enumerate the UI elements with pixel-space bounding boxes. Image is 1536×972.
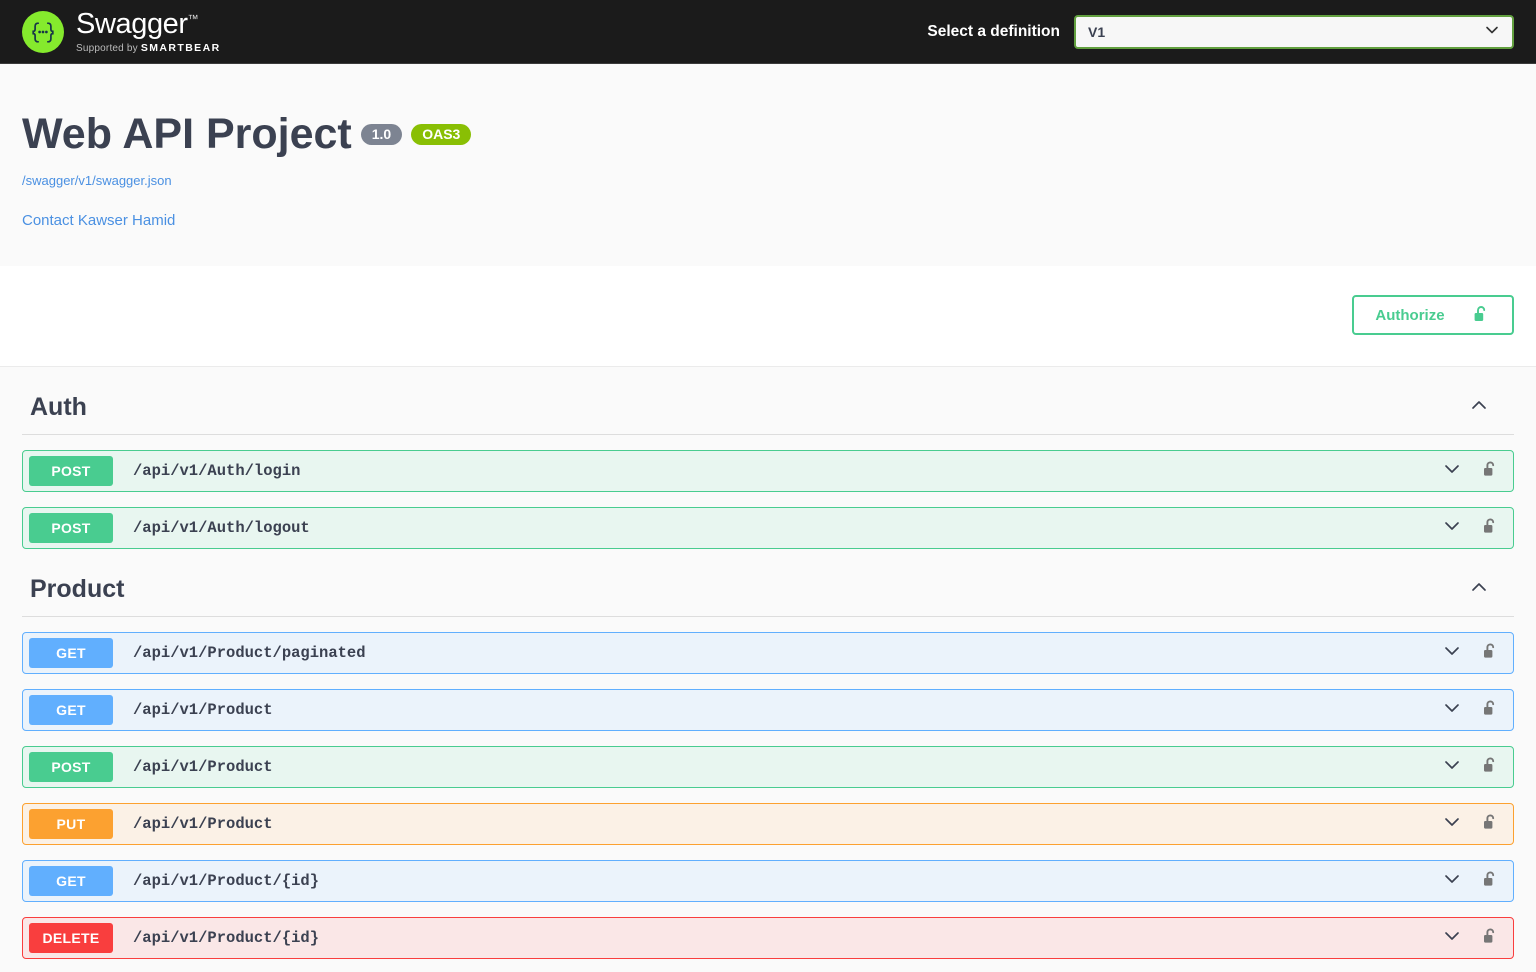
operation-row[interactable]: PUT /api/v1/Product xyxy=(22,803,1514,846)
brand-trademark: ™ xyxy=(187,12,199,25)
spec-url-link[interactable]: /swagger/v1/swagger.json xyxy=(22,173,1514,188)
unlock-icon[interactable] xyxy=(1480,698,1500,723)
operation-method-badge: POST xyxy=(29,513,113,544)
swagger-logo[interactable]: Swagger™ Supported by SMARTBEAR xyxy=(22,7,221,54)
swagger-mark-icon xyxy=(22,10,64,53)
unlock-icon[interactable] xyxy=(1480,459,1500,484)
chevron-up-icon[interactable] xyxy=(1468,576,1490,603)
tag-block-product: Product GET /api/v1/Product/paginated GE… xyxy=(22,557,1514,960)
operation-path: /api/v1/Product xyxy=(133,701,273,720)
operation-path: /api/v1/Auth/logout xyxy=(133,519,310,538)
operation-path: /api/v1/Product xyxy=(133,758,273,777)
chevron-down-icon[interactable] xyxy=(1441,458,1463,485)
definition-select-value: V1 xyxy=(1088,23,1106,40)
chevron-down-icon[interactable] xyxy=(1441,868,1463,895)
contact-link[interactable]: Contact Kawser Hamid xyxy=(22,212,175,229)
authorize-button-label: Authorize xyxy=(1375,306,1445,324)
definition-label: Select a definition xyxy=(927,22,1060,40)
operation-row[interactable]: POST /api/v1/Product xyxy=(22,746,1514,789)
operation-path: /api/v1/Product/{id} xyxy=(133,872,320,891)
unlock-icon[interactable] xyxy=(1480,516,1500,541)
chevron-down-icon[interactable] xyxy=(1441,811,1463,838)
unlock-icon xyxy=(1471,304,1491,327)
chevron-down-icon[interactable] xyxy=(1441,515,1463,542)
chevron-down-icon xyxy=(1484,21,1500,42)
operation-path: /api/v1/Auth/login xyxy=(133,462,301,481)
operation-path: /api/v1/Product xyxy=(133,815,273,834)
tag-header-auth[interactable]: Auth xyxy=(22,375,1514,436)
authorize-button[interactable]: Authorize xyxy=(1352,295,1514,336)
operation-method-badge: DELETE xyxy=(29,923,113,954)
api-title-text: Web API Project xyxy=(22,110,352,158)
operation-method-badge: POST xyxy=(29,456,113,487)
definition-select[interactable]: V1 xyxy=(1074,14,1514,49)
oas-badge: OAS3 xyxy=(411,124,472,146)
unlock-icon[interactable] xyxy=(1480,755,1500,780)
topbar: Swagger™ Supported by SMARTBEAR Select a… xyxy=(0,0,1536,64)
brand-supported-company: SMARTBEAR xyxy=(140,41,221,54)
chevron-down-icon[interactable] xyxy=(1441,754,1463,781)
operation-row[interactable]: POST /api/v1/Auth/login xyxy=(22,450,1514,493)
tag-name: Auth xyxy=(30,393,87,422)
brand-supported-prefix: Supported by xyxy=(76,42,141,54)
operation-method-badge: GET xyxy=(29,695,113,726)
operation-method-badge: PUT xyxy=(29,809,113,840)
page-title: Web API Project 1.0 OAS3 xyxy=(22,110,1514,158)
chevron-down-icon[interactable] xyxy=(1441,925,1463,952)
unlock-icon[interactable] xyxy=(1480,926,1500,951)
chevron-down-icon[interactable] xyxy=(1441,640,1463,667)
unlock-icon[interactable] xyxy=(1480,812,1500,837)
version-badge: 1.0 xyxy=(360,124,403,146)
brand-name: Swagger xyxy=(76,7,188,40)
operation-method-badge: GET xyxy=(29,866,113,897)
operation-row[interactable]: GET /api/v1/Product/paginated xyxy=(22,632,1514,675)
operation-row[interactable]: GET /api/v1/Product xyxy=(22,689,1514,732)
operation-path: /api/v1/Product/{id} xyxy=(133,929,320,948)
definition-selector-group: Select a definition V1 xyxy=(927,14,1514,49)
unlock-icon[interactable] xyxy=(1480,869,1500,894)
tag-header-product[interactable]: Product xyxy=(22,557,1514,618)
operation-row[interactable]: GET /api/v1/Product/{id} xyxy=(22,860,1514,903)
tag-block-auth: Auth POST /api/v1/Auth/login POST /api/v… xyxy=(22,375,1514,550)
unlock-icon[interactable] xyxy=(1480,641,1500,666)
operation-method-badge: GET xyxy=(29,638,113,669)
operations-list: Auth POST /api/v1/Auth/login POST /api/v… xyxy=(0,375,1536,960)
chevron-up-icon[interactable] xyxy=(1468,394,1490,421)
operation-row[interactable]: POST /api/v1/Auth/logout xyxy=(22,507,1514,550)
operation-path: /api/v1/Product/paginated xyxy=(133,644,366,663)
operation-method-badge: POST xyxy=(29,752,113,783)
api-info-block: Web API Project 1.0 OAS3 /swagger/v1/swa… xyxy=(0,64,1536,267)
tag-name: Product xyxy=(30,575,125,604)
authorize-wrapper: Authorize xyxy=(0,266,1536,368)
operation-row[interactable]: DELETE /api/v1/Product/{id} xyxy=(22,917,1514,960)
chevron-down-icon[interactable] xyxy=(1441,697,1463,724)
